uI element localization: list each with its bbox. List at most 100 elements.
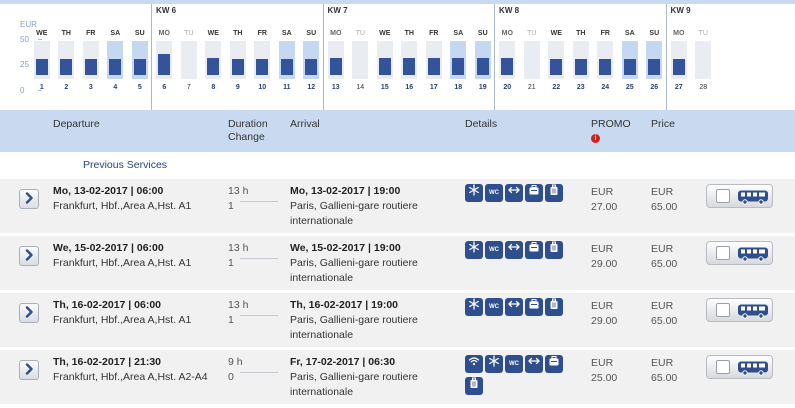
day-column[interactable]: WE 15 <box>376 4 393 110</box>
snowflake-icon[interactable] <box>485 355 503 373</box>
price-bar[interactable] <box>623 59 636 75</box>
bus-icon <box>737 189 769 208</box>
expand-row-button[interactable] <box>19 189 39 209</box>
day-column[interactable]: MO 27 <box>670 4 687 110</box>
wc-icon[interactable]: WC <box>485 241 503 259</box>
legroom-icon[interactable] <box>505 298 523 316</box>
wifi-icon[interactable] <box>465 355 483 373</box>
day-column[interactable]: MO 6 <box>156 4 173 110</box>
price-bar[interactable] <box>158 54 171 75</box>
wc-icon[interactable]: WC <box>505 355 523 373</box>
day-column[interactable]: WE 8 <box>205 4 222 110</box>
price-bar[interactable] <box>329 58 342 75</box>
day-column[interactable]: SA 25 <box>621 4 638 110</box>
price-bar[interactable] <box>231 59 244 75</box>
day-column[interactable]: TH 9 <box>229 4 246 110</box>
expand-row-button[interactable] <box>19 360 39 380</box>
price-bar[interactable] <box>672 59 685 75</box>
snowflake-icon[interactable] <box>465 184 483 202</box>
select-checkbox[interactable] <box>716 189 730 203</box>
price-bar[interactable] <box>84 59 97 75</box>
day-column[interactable]: MO 13 <box>327 4 344 110</box>
day-column[interactable]: FR 10 <box>254 4 271 110</box>
price-bar[interactable] <box>256 59 269 75</box>
price-bar[interactable] <box>109 59 122 75</box>
promo-info-icon[interactable]: i <box>591 134 600 143</box>
suitcase-icon[interactable] <box>545 241 563 259</box>
departure-cell: Mo, 13-02-2017 | 06:00 Frankfurt, Hbf.,Ar… <box>53 184 191 214</box>
day-column[interactable]: SU 12 <box>303 4 320 110</box>
legroom-icon[interactable] <box>505 184 523 202</box>
price-bar[interactable] <box>427 58 440 75</box>
select-trip-button[interactable] <box>706 298 773 322</box>
price-bar[interactable] <box>378 58 391 75</box>
promo-currency: EUR <box>591 357 614 369</box>
price-bar[interactable] <box>133 59 146 75</box>
day-column[interactable]: WE 1 <box>33 4 50 110</box>
day-column[interactable]: SA 4 <box>107 4 124 110</box>
expand-row-button[interactable] <box>19 246 39 266</box>
snowflake-icon[interactable] <box>465 241 483 259</box>
regular-price-cell: EUR 65.00 <box>651 242 677 272</box>
luggage-icon[interactable] <box>545 355 563 373</box>
connection-row[interactable]: Th, 16-02-2017 | 06:00 Frankfurt, Hbf.,Ar… <box>0 292 795 347</box>
luggage-icon[interactable] <box>525 184 543 202</box>
departure-cell: We, 15-02-2017 | 06:00 Frankfurt, Hbf.,Ar… <box>53 241 191 271</box>
select-checkbox[interactable] <box>716 246 730 260</box>
price-bar[interactable] <box>305 59 318 75</box>
wc-icon[interactable]: WC <box>485 184 503 202</box>
duration-cell: 13 h1 <box>228 184 248 214</box>
snowflake-icon[interactable] <box>465 298 483 316</box>
price-bar[interactable] <box>648 59 661 75</box>
price-bar[interactable] <box>60 59 73 75</box>
luggage-icon[interactable] <box>525 241 543 259</box>
day-column[interactable]: TH 16 <box>401 4 418 110</box>
price-bar[interactable] <box>574 59 587 75</box>
price-currency: EUR <box>651 186 674 198</box>
suitcase-icon[interactable] <box>465 377 483 395</box>
day-column[interactable]: FR 17 <box>425 4 442 110</box>
price-bar[interactable] <box>452 58 465 75</box>
price-bar[interactable] <box>550 59 563 75</box>
day-column: TU 21 <box>523 4 540 110</box>
legroom-icon[interactable] <box>505 241 523 259</box>
select-trip-button[interactable] <box>706 241 773 265</box>
chevron-right-icon <box>24 362 34 378</box>
suitcase-icon[interactable] <box>545 184 563 202</box>
suitcase-icon[interactable] <box>545 298 563 316</box>
price-bar[interactable] <box>280 59 293 75</box>
connection-row[interactable]: We, 15-02-2017 | 06:00 Frankfurt, Hbf.,Ar… <box>0 235 795 290</box>
connection-row[interactable]: Mo, 13-02-2017 | 06:00 Frankfurt, Hbf.,Ar… <box>0 178 795 233</box>
price-bar[interactable] <box>35 59 48 75</box>
price-bar[interactable] <box>501 58 514 75</box>
price-bar[interactable] <box>476 58 489 75</box>
day-column[interactable]: FR 24 <box>597 4 614 110</box>
day-column[interactable]: SA 11 <box>278 4 295 110</box>
day-column[interactable]: SU 19 <box>474 4 491 110</box>
day-column[interactable]: TH 2 <box>58 4 75 110</box>
day-column[interactable]: FR 3 <box>82 4 99 110</box>
day-column[interactable]: SU 26 <box>646 4 663 110</box>
price-bar[interactable] <box>207 58 220 75</box>
wc-icon[interactable]: WC <box>485 298 503 316</box>
expand-row-button[interactable] <box>19 303 39 323</box>
price-bar[interactable] <box>403 58 416 75</box>
select-checkbox[interactable] <box>716 303 730 317</box>
select-trip-button[interactable] <box>706 355 773 379</box>
select-trip-button[interactable] <box>706 184 773 208</box>
promo-price-cell: EUR 29.00 <box>591 242 617 272</box>
duration-divider <box>240 315 278 316</box>
day-column[interactable]: WE 22 <box>548 4 565 110</box>
previous-services-link[interactable]: Previous Services <box>83 159 167 171</box>
day-column[interactable]: TH 23 <box>572 4 589 110</box>
legroom-icon[interactable] <box>525 355 543 373</box>
day-column[interactable]: MO 20 <box>499 4 516 110</box>
luggage-icon[interactable] <box>525 298 543 316</box>
promo-currency: EUR <box>591 186 614 198</box>
select-checkbox[interactable] <box>716 360 730 374</box>
day-column[interactable]: SA 18 <box>450 4 467 110</box>
price-bar[interactable] <box>599 59 612 75</box>
day-column: TU 7 <box>180 4 197 110</box>
connection-row[interactable]: Th, 16-02-2017 | 21:30 Frankfurt, Hbf.,Ar… <box>0 349 795 404</box>
day-column[interactable]: SU 5 <box>131 4 148 110</box>
